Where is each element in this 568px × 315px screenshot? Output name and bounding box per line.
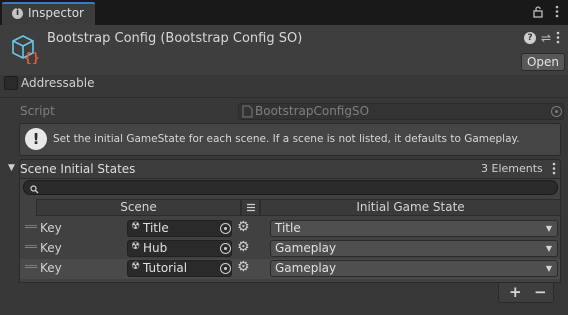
search-input[interactable] <box>23 180 558 195</box>
scene-field[interactable]: ☢ Hub <box>127 240 232 257</box>
search-icon <box>30 183 39 197</box>
script-file-icon <box>242 105 254 118</box>
scene-asset-icon: ☢ <box>131 221 140 232</box>
scene-field-value: Title <box>143 221 169 235</box>
object-picker-icon[interactable] <box>220 263 231 274</box>
kebab-menu-icon[interactable] <box>556 31 560 47</box>
key-label: Key <box>40 261 62 275</box>
scene-asset-icon: ☢ <box>131 261 140 272</box>
list-item[interactable]: ══ Key ☢ Hub ⚙ Gameplay ▼ <box>20 239 560 259</box>
drag-handle-icon[interactable]: ══ <box>25 242 37 253</box>
script-label: Script <box>20 104 55 118</box>
scene-asset-icon: ☢ <box>131 241 140 252</box>
object-picker-icon <box>551 106 562 117</box>
chevron-down-icon: ▼ <box>545 224 552 233</box>
addressable-checkbox[interactable] <box>4 76 18 90</box>
help-box-text: Set the initial GameState for each scene… <box>53 133 520 145</box>
list-count: 3 Elements <box>481 162 543 175</box>
drag-handle-icon[interactable]: ══ <box>25 222 37 233</box>
window-menu-icon[interactable] <box>550 5 564 21</box>
scene-field-value: Tutorial <box>143 261 188 275</box>
list-title[interactable]: Scene Initial States <box>20 162 135 176</box>
add-element-button[interactable]: + <box>509 283 522 301</box>
column-header-initial-state[interactable]: Initial Game State <box>260 199 561 216</box>
object-picker-icon[interactable] <box>220 223 231 234</box>
game-state-dropdown-value: Gameplay <box>275 261 337 275</box>
script-field: BootstrapConfigSO <box>238 103 564 120</box>
chevron-down-icon: ▼ <box>545 244 552 253</box>
help-icon[interactable]: ? <box>524 32 536 44</box>
list-item[interactable]: ══ Key ☢ Title ⚙ Title ▼ <box>20 219 560 239</box>
gear-icon[interactable]: ⚙ <box>237 259 250 275</box>
svg-text:{}: {} <box>24 51 40 64</box>
game-state-dropdown[interactable]: Title ▼ <box>270 220 558 237</box>
game-state-dropdown[interactable]: Gameplay ▼ <box>270 240 558 257</box>
chevron-down-icon: ▼ <box>545 264 552 273</box>
scene-field[interactable]: ☢ Title <box>127 220 232 237</box>
warning-info-icon: ! <box>25 128 47 150</box>
foldout-arrow-icon[interactable]: ▼ <box>8 163 15 173</box>
scene-field[interactable]: ☢ Tutorial <box>127 260 232 277</box>
list-item[interactable]: ══ Key ☢ Tutorial ⚙ Gameplay ▼ <box>20 259 560 279</box>
key-label: Key <box>40 221 62 235</box>
help-box: ! Set the initial GameState for each sce… <box>19 123 561 156</box>
tab-inspector[interactable]: i Inspector <box>2 2 95 25</box>
info-icon: i <box>12 8 23 19</box>
column-header-scene[interactable]: Scene <box>36 199 241 216</box>
lock-icon[interactable] <box>531 5 545 21</box>
scriptable-object-icon: {} <box>9 32 41 66</box>
script-field-value: BootstrapConfigSO <box>255 104 370 118</box>
list-footer: + − <box>498 283 554 303</box>
gear-icon[interactable]: ⚙ <box>237 219 250 235</box>
remove-element-button[interactable]: − <box>534 283 547 301</box>
game-state-dropdown[interactable]: Gameplay ▼ <box>270 260 558 277</box>
key-label: Key <box>40 241 62 255</box>
game-state-dropdown-value: Title <box>275 221 301 235</box>
preset-icon[interactable]: ⇌ <box>539 31 553 45</box>
drag-handle-icon[interactable]: ══ <box>25 262 37 273</box>
tab-inspector-label: Inspector <box>28 6 84 20</box>
open-button[interactable]: Open <box>521 53 565 71</box>
addressable-label: Addressable <box>21 76 95 90</box>
column-menu-icon[interactable] <box>241 199 260 216</box>
game-state-dropdown-value: Gameplay <box>275 241 337 255</box>
object-picker-icon[interactable] <box>220 243 231 254</box>
object-title: Bootstrap Config (Bootstrap Config SO) <box>47 31 303 46</box>
list-menu-icon[interactable] <box>552 162 556 178</box>
separator <box>0 97 568 98</box>
scene-field-value: Hub <box>143 241 168 255</box>
gear-icon[interactable]: ⚙ <box>237 239 250 255</box>
